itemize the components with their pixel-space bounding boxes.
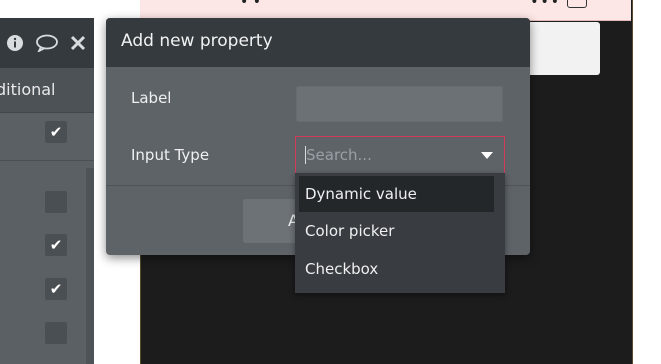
panel-divider (0, 160, 94, 161)
conditional-tab-label: ditional (0, 80, 56, 99)
checkbox-1[interactable]: ✔ (45, 121, 67, 143)
input-type-options-list: Dynamic value Color picker Checkbox (295, 173, 505, 293)
battery-icon (567, 0, 587, 8)
close-icon[interactable] (69, 34, 87, 56)
property-editor-panel: ditional ✔ ✔ ✔ (0, 18, 94, 364)
checkbox-3[interactable]: ✔ (45, 234, 67, 256)
chevron-down-icon[interactable] (481, 152, 493, 159)
panel-toolbar (0, 18, 94, 68)
check-icon: ✔ (49, 123, 63, 141)
signal-icon: • • (240, 0, 261, 10)
checkbox-5[interactable] (45, 322, 67, 344)
conditional-tab[interactable]: ditional (0, 68, 94, 113)
info-icon[interactable] (6, 34, 24, 56)
label-input[interactable] (296, 86, 503, 122)
option-checkbox[interactable]: Checkbox (299, 251, 494, 287)
label-field-label: Label (131, 89, 172, 107)
check-icon: ✔ (49, 280, 63, 298)
dialog-title: Add new property (121, 31, 273, 51)
dialog-header: Add new property (106, 18, 530, 67)
checkbox-2[interactable] (45, 191, 67, 213)
comment-icon[interactable] (35, 34, 59, 56)
input-type-dropdown[interactable]: Search... (295, 136, 505, 174)
panel-scrollbar[interactable] (86, 168, 94, 364)
option-color-picker[interactable]: Color picker (299, 213, 494, 249)
checkbox-4[interactable]: ✔ (45, 278, 67, 300)
wifi-icon: ••• (530, 0, 561, 10)
option-dynamic-value[interactable]: Dynamic value (299, 176, 494, 212)
input-type-search-placeholder: Search... (306, 146, 372, 164)
canvas-element[interactable] (520, 22, 600, 75)
input-type-field-label: Input Type (131, 146, 210, 164)
check-icon: ✔ (49, 236, 63, 254)
